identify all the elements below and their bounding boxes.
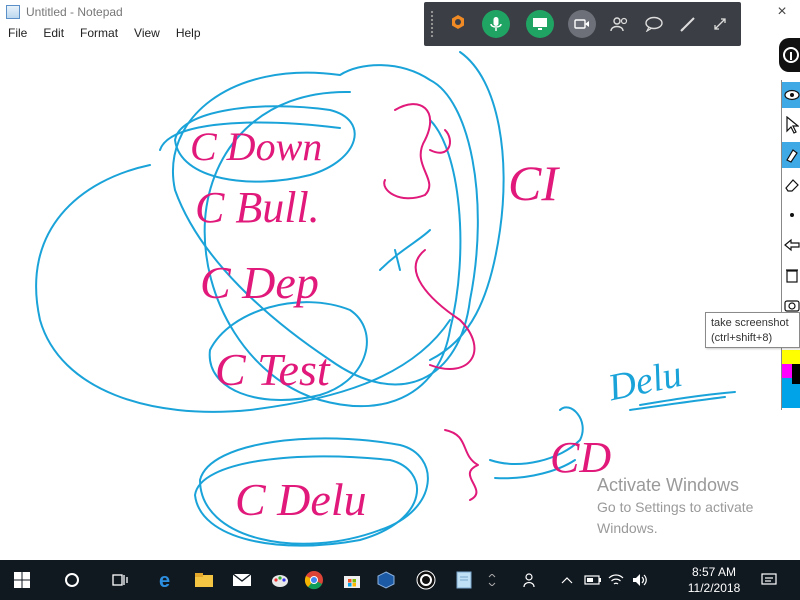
screen-share-icon[interactable] xyxy=(526,10,554,38)
grip-handle[interactable] xyxy=(430,10,434,38)
people-icon[interactable] xyxy=(606,10,634,38)
file-explorer-icon[interactable] xyxy=(184,560,224,600)
annotation-side-panel xyxy=(781,80,800,410)
watermark-line-2: Go to Settings to activate xyxy=(597,499,754,515)
handwriting-c-test: C Test xyxy=(215,344,331,395)
volume-icon[interactable] xyxy=(626,560,654,600)
camera-icon[interactable] xyxy=(568,10,596,38)
menu-view[interactable]: View xyxy=(126,26,168,40)
highlighter-icon[interactable] xyxy=(782,142,800,168)
windows-start-icon[interactable] xyxy=(2,560,42,600)
annotation-toolbar xyxy=(424,2,741,46)
dot-icon[interactable] xyxy=(782,202,800,228)
clock-time: 8:57 AM xyxy=(691,565,737,579)
handwriting-c-dep: C Dep xyxy=(200,257,319,308)
notepad-icon xyxy=(6,5,20,19)
menu-file[interactable]: File xyxy=(0,26,35,40)
window-title: Untitled - Notepad xyxy=(26,5,123,19)
activate-windows-watermark: Activate Windows Go to Settings to activ… xyxy=(597,474,753,538)
tooltip-line-2: (ctrl+shift+8) xyxy=(711,332,773,344)
chevron-icon[interactable] xyxy=(472,560,512,600)
color-swatch-black[interactable] xyxy=(792,364,800,384)
undo-icon[interactable] xyxy=(782,232,800,258)
virtualbox-icon[interactable] xyxy=(366,560,406,600)
task-view-icon[interactable] xyxy=(100,560,140,600)
eye-icon[interactable] xyxy=(782,82,800,108)
cursor-icon[interactable] xyxy=(782,112,800,138)
taskbar-clock[interactable]: 8:57 AM 11/2/2018 xyxy=(682,560,746,600)
trash-icon[interactable] xyxy=(782,262,800,288)
handwriting-ci: CI xyxy=(508,155,560,211)
expand-icon[interactable] xyxy=(706,10,734,38)
watermark-title: Activate Windows xyxy=(597,475,740,495)
chat-bubble-icon[interactable] xyxy=(640,10,668,38)
action-center-icon[interactable] xyxy=(754,560,784,600)
annotation-app-icon[interactable] xyxy=(406,560,446,600)
menu-format[interactable]: Format xyxy=(72,26,126,40)
edge-icon[interactable]: e xyxy=(146,560,186,600)
ink-stroke xyxy=(383,103,432,200)
cortana-icon[interactable] xyxy=(52,560,92,600)
tooltip-line-1: take screenshot xyxy=(711,317,789,329)
color-swatch-blue-2[interactable] xyxy=(782,392,800,408)
mail-icon[interactable] xyxy=(222,560,262,600)
clock-date: 11/2/2018 xyxy=(687,581,741,595)
close-button[interactable]: × xyxy=(764,0,800,24)
menu-edit[interactable]: Edit xyxy=(35,26,72,40)
taskbar: e 8:57 AM 11/2/2018 xyxy=(0,560,800,600)
microphone-icon[interactable] xyxy=(482,10,510,38)
menu-bar: File Edit Format View Help xyxy=(0,24,209,42)
handwriting-c-bull: C Bull. xyxy=(195,183,320,232)
color-swatch-yellow[interactable] xyxy=(782,350,800,364)
desktop: Untitled - Notepad × File Edit Format Vi… xyxy=(0,0,800,600)
ink-stroke xyxy=(379,229,431,271)
people-tray-icon[interactable] xyxy=(512,560,548,600)
screenshot-tooltip: take screenshot (ctrl+shift+8) xyxy=(705,312,800,348)
annotation-app-logo[interactable] xyxy=(779,38,800,72)
chrome-icon[interactable] xyxy=(294,560,334,600)
honeycomb-icon[interactable] xyxy=(444,10,472,38)
menu-help[interactable]: Help xyxy=(168,26,209,40)
handwriting-delu-blue: Delu xyxy=(604,353,686,410)
pen-icon[interactable] xyxy=(674,10,702,38)
watermark-line-3: Windows. xyxy=(597,520,658,536)
eraser-icon[interactable] xyxy=(782,172,800,198)
handwriting-c-delu: C Delu xyxy=(235,474,367,525)
handwriting-c-down: C Down xyxy=(190,124,322,169)
ink-stroke xyxy=(444,429,479,501)
svg-text:e: e xyxy=(159,570,170,590)
